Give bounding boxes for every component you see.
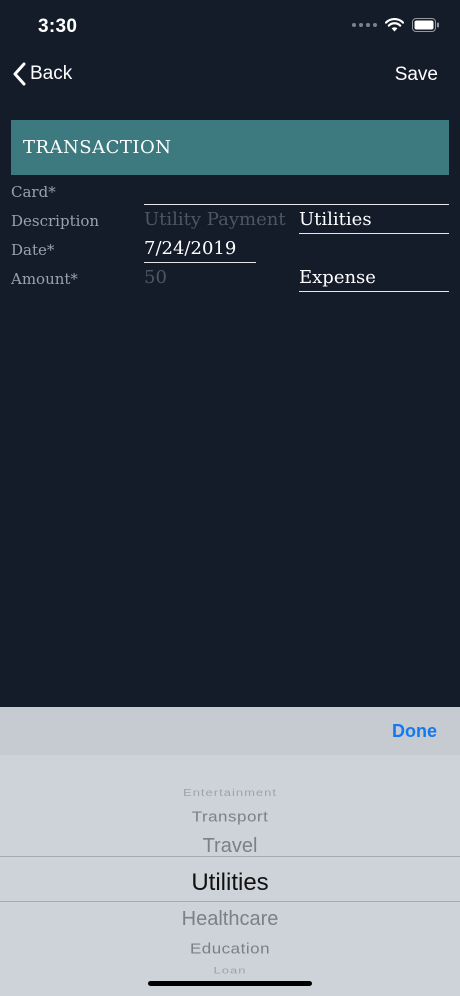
category-field[interactable]: Utilities: [299, 206, 449, 234]
picker-item[interactable]: Education: [0, 940, 460, 958]
navigation-bar: Back Save: [0, 54, 460, 98]
status-time: 3:30: [38, 16, 78, 37]
cellular-signal-icon: [352, 23, 377, 27]
section-title: TRANSACTION: [23, 137, 172, 158]
chevron-left-icon: [13, 62, 26, 86]
picker-item[interactable]: Travel: [0, 835, 460, 858]
section-header: TRANSACTION: [11, 120, 449, 175]
back-button[interactable]: Back: [12, 62, 72, 86]
amount-field[interactable]: 50: [144, 264, 290, 292]
status-bar: 3:30: [0, 0, 460, 54]
category-picker: Done Entertainment Transport Travel Util…: [0, 707, 460, 996]
back-label: Back: [30, 63, 73, 84]
selection-line-bottom: [0, 901, 460, 902]
picker-toolbar: Done: [0, 707, 460, 755]
picker-item[interactable]: Entertainment: [0, 787, 460, 799]
date-label: Date*: [11, 241, 55, 259]
picker-item[interactable]: Healthcare: [0, 908, 460, 931]
picker-item-selected[interactable]: Utilities: [0, 869, 460, 897]
picker-item[interactable]: Loan: [0, 965, 460, 976]
date-field[interactable]: 7/24/2019: [144, 235, 256, 263]
description-field[interactable]: Utility Payment: [144, 206, 290, 234]
save-button[interactable]: Save: [395, 64, 438, 86]
amount-label: Amount*: [11, 270, 78, 288]
selection-line-top: [0, 856, 460, 857]
battery-icon: [412, 18, 439, 32]
card-field[interactable]: [144, 177, 449, 205]
picker-wheel[interactable]: Entertainment Transport Travel Utilities…: [0, 755, 460, 996]
description-label: Description: [11, 212, 100, 230]
done-button[interactable]: Done: [392, 721, 437, 742]
picker-item[interactable]: Transport: [0, 808, 460, 826]
home-indicator: [148, 981, 312, 986]
status-icons: [352, 18, 440, 32]
transaction-type-field[interactable]: Expense: [299, 264, 449, 292]
card-label: Card*: [11, 183, 56, 201]
wifi-icon: [385, 18, 404, 32]
